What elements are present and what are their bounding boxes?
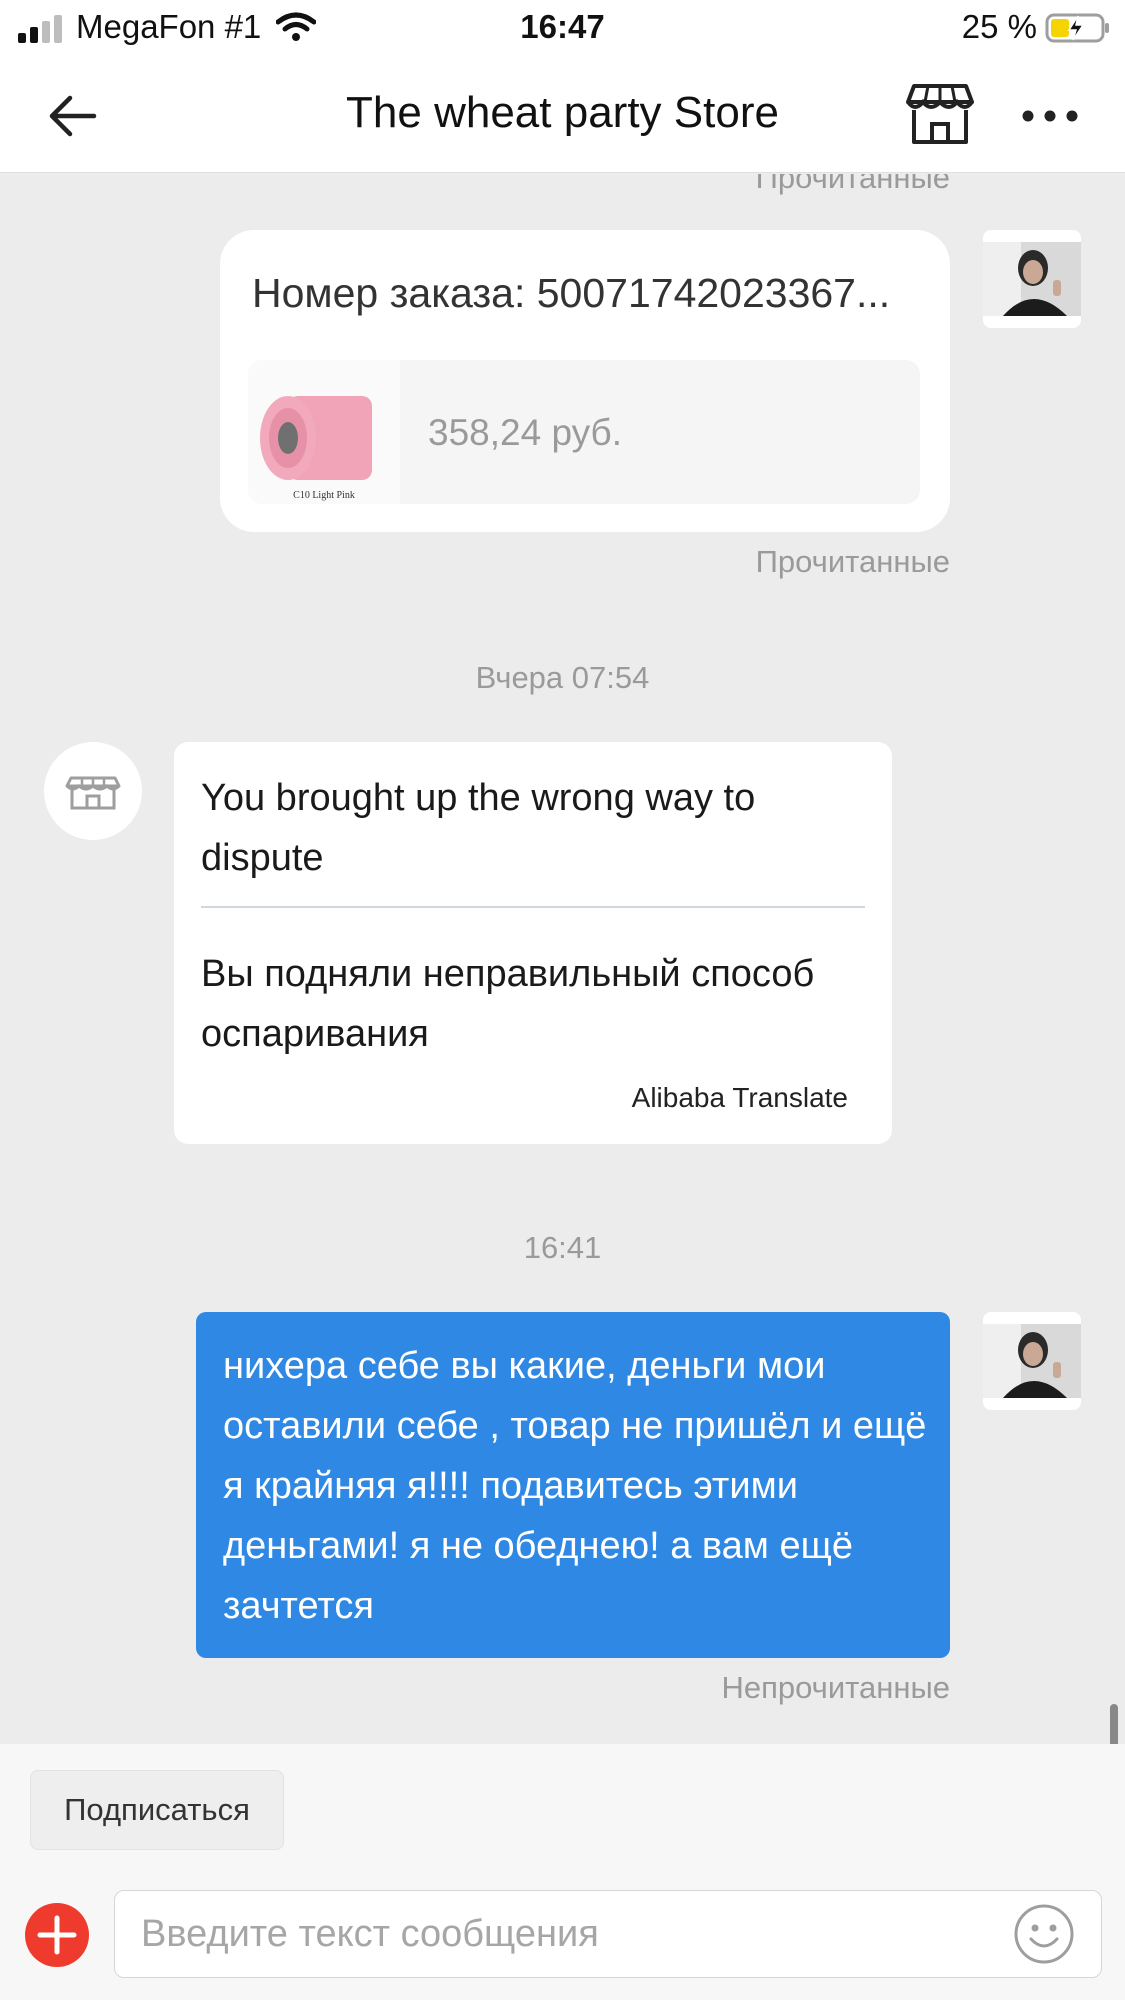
composer-area: Подписаться Введите текст сообщения — [0, 1744, 1125, 2000]
thumbnail-label: C10 Light Pink — [293, 490, 355, 501]
message-translated-text: Вы подняли неправильный способ оспариван… — [201, 953, 815, 1055]
user-message-text: нихера себе вы какие, деньги мои оставил… — [223, 1345, 927, 1627]
chat-header: The wheat party Store — [0, 58, 1125, 173]
user-photo — [983, 242, 1081, 316]
message-input[interactable]: Введите текст сообщения — [114, 1890, 1102, 1978]
user-avatar[interactable] — [983, 230, 1081, 328]
message-input-placeholder: Введите текст сообщения — [141, 1913, 599, 1955]
user-avatar[interactable] — [983, 1312, 1081, 1410]
order-item[interactable]: C10 Light Pink 358,24 руб. — [248, 360, 920, 504]
store-icon[interactable] — [906, 82, 974, 146]
message-original-text: You brought up the wrong way to dispute — [201, 777, 756, 879]
emoji-icon[interactable] — [1013, 1903, 1075, 1965]
store-avatar[interactable] — [44, 742, 142, 840]
battery-charging-icon — [1045, 13, 1109, 43]
order-read-status: Прочитанные — [755, 544, 950, 579]
subscribe-button[interactable]: Подписаться — [30, 1770, 284, 1850]
more-options-icon[interactable] — [1020, 96, 1080, 136]
clock: 16:47 — [520, 8, 605, 45]
order-card[interactable]: Номер заказа: 50071742023367... C10 Ligh… — [220, 230, 950, 532]
battery-percentage: 25 % — [961, 8, 1037, 45]
add-attachment-icon[interactable] — [24, 1902, 90, 1968]
store-message-bubble[interactable]: You brought up the wrong way to dispute … — [174, 742, 892, 1144]
chat-thread[interactable]: Прочитанные Номер заказа: 50071742023367… — [0, 174, 1125, 1744]
store-avatar-icon — [65, 776, 121, 810]
order-number: Номер заказа: 50071742023367... — [252, 270, 891, 316]
timestamp: 16:41 — [523, 1230, 602, 1265]
translation-credit: Alibaba Translate — [631, 1082, 848, 1113]
user-photo — [983, 1324, 1081, 1398]
status-bar: MegaFon #1 16:47 25 % — [0, 0, 1125, 58]
chat-scrollbar[interactable] — [1110, 1704, 1118, 1744]
timestamp: Вчера 07:54 — [475, 660, 650, 695]
order-price: 358,24 руб. — [428, 412, 622, 453]
translation-divider — [201, 906, 865, 908]
message-read-status: Непрочитанные — [721, 1670, 950, 1705]
product-thumbnail: C10 Light Pink — [248, 360, 400, 504]
read-status-top: Прочитанные — [755, 174, 950, 195]
user-message-bubble[interactable]: нихера себе вы какие, деньги мои оставил… — [196, 1312, 950, 1658]
